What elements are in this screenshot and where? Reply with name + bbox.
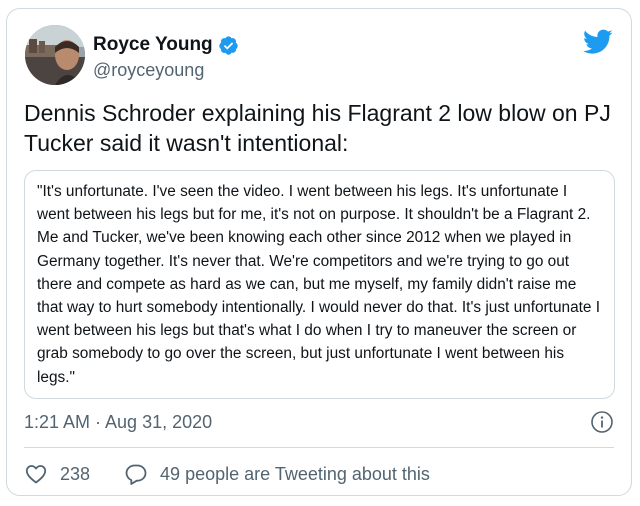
author-handle[interactable]: @royceyoung <box>93 60 204 81</box>
quote-box: "It's unfortunate. I've seen the video. … <box>24 170 615 399</box>
verified-badge-icon <box>218 35 238 55</box>
author-name-row: Royce Young <box>93 34 239 56</box>
tweet-card: Royce Young @royceyoung Dennis Schroder … <box>6 8 632 496</box>
tweet-timestamp[interactable]: 1:21 AM · Aug 31, 2020 <box>24 412 212 433</box>
twitter-bird-icon[interactable] <box>583 29 613 55</box>
tweet-actions: 238 49 people are Tweeting about this <box>24 462 430 486</box>
tweeting-about-link[interactable]: 49 people are Tweeting about this <box>124 462 430 486</box>
heart-icon <box>25 465 47 484</box>
tweet-text: Dennis Schroder explaining his Flagrant … <box>24 100 611 156</box>
like-button[interactable]: 238 <box>24 462 90 486</box>
speech-bubble-icon <box>125 464 147 485</box>
divider <box>24 447 614 448</box>
quote-text: "It's unfortunate. I've seen the video. … <box>37 183 601 386</box>
author-name[interactable]: Royce Young <box>93 34 213 56</box>
info-icon[interactable] <box>590 410 614 434</box>
like-count: 238 <box>60 463 91 484</box>
tweeting-about-label: 49 people are Tweeting about this <box>160 463 430 484</box>
avatar-photo <box>25 25 85 85</box>
avatar[interactable] <box>25 25 85 85</box>
